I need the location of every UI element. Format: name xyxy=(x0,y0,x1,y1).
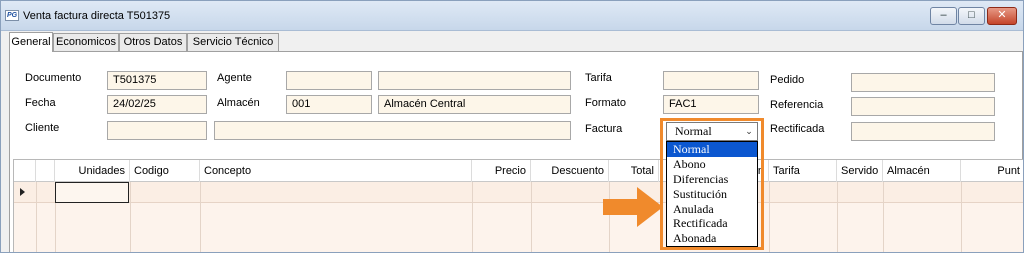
agente-name-field[interactable] xyxy=(378,71,571,90)
dropdown-option-rectificada[interactable]: Rectificada xyxy=(667,216,757,231)
minimize-icon: – xyxy=(940,9,947,21)
grid-divider xyxy=(837,182,838,252)
dropdown-option-sustitucion[interactable]: Sustitución xyxy=(667,187,757,202)
factura-select[interactable]: Normal ⌄ xyxy=(666,122,758,141)
tab-general[interactable]: General xyxy=(9,32,53,52)
column-header-concepto[interactable]: Concepto xyxy=(200,160,472,182)
grid-divider xyxy=(769,182,770,252)
cliente-label: Cliente xyxy=(25,122,60,134)
tab-economicos[interactable]: Economicos xyxy=(53,33,119,51)
factura-select-value: Normal xyxy=(675,124,712,138)
minimize-button[interactable]: – xyxy=(930,7,957,25)
app-window: PG Venta factura directa T501375 – □ ✕ G… xyxy=(0,0,1024,253)
column-header-precio[interactable]: Precio xyxy=(472,160,531,182)
rectificada-label: Rectificada xyxy=(770,123,825,135)
close-button[interactable]: ✕ xyxy=(987,7,1017,25)
pedido-label: Pedido xyxy=(770,74,805,86)
referencia-label: Referencia xyxy=(770,99,824,111)
factura-dropdown-list: Normal Abono Diferencias Sustitución Anu… xyxy=(666,141,758,247)
close-icon: ✕ xyxy=(997,9,1007,21)
agente-label: Agente xyxy=(217,72,252,84)
dropdown-option-anulada[interactable]: Anulada xyxy=(667,202,757,217)
cliente-name-field[interactable] xyxy=(214,121,571,140)
fecha-label: Fecha xyxy=(25,97,56,109)
app-logo-icon: PG xyxy=(5,10,19,21)
dropdown-option-diferencias[interactable]: Diferencias xyxy=(667,172,757,187)
column-header-codigo[interactable]: Codigo xyxy=(130,160,200,182)
tab-servicio-tecnico[interactable]: Servicio Técnico xyxy=(187,33,279,51)
rectificada-field[interactable] xyxy=(851,122,995,141)
grid-header: Unidades Codigo Concepto Precio Descuent… xyxy=(14,160,1023,182)
grid-divider xyxy=(883,182,884,252)
referencia-field[interactable] xyxy=(851,97,995,116)
grid-divider xyxy=(472,182,473,252)
title-bar: PG Venta factura directa T501375 – □ ✕ xyxy=(1,1,1023,31)
window-title: Venta factura directa T501375 xyxy=(23,10,171,22)
almacen-label: Almacén xyxy=(217,97,260,109)
column-header-total[interactable]: Total xyxy=(609,160,659,182)
table-row[interactable] xyxy=(14,182,1023,203)
documento-field[interactable]: T501375 xyxy=(107,71,207,90)
column-header-almacen[interactable]: Almacén xyxy=(883,160,961,182)
dropdown-option-normal[interactable]: Normal xyxy=(667,142,757,157)
tarifa-field[interactable] xyxy=(663,71,759,90)
column-header-descuento[interactable]: Descuento xyxy=(531,160,609,182)
formato-field[interactable]: FAC1 xyxy=(663,95,759,114)
maximize-icon: □ xyxy=(968,9,975,21)
documento-label: Documento xyxy=(25,72,82,84)
column-header-punt[interactable]: Punt xyxy=(961,160,1023,182)
dropdown-option-abono[interactable]: Abono xyxy=(667,157,757,172)
fecha-field[interactable]: 24/02/25 xyxy=(107,95,207,114)
dropdown-option-abonada[interactable]: Abonada xyxy=(667,231,757,246)
lines-grid: Unidades Codigo Concepto Precio Descuent… xyxy=(13,159,1023,252)
factura-label: Factura xyxy=(585,123,623,135)
cliente-code-field[interactable] xyxy=(107,121,207,140)
column-header-unidades[interactable]: Unidades xyxy=(55,160,130,182)
grid-divider xyxy=(531,182,532,252)
almacen-name-field[interactable]: Almacén Central xyxy=(378,95,571,114)
agente-code-field[interactable] xyxy=(286,71,372,90)
almacen-code-field[interactable]: 001 xyxy=(286,95,372,114)
grid-divider xyxy=(130,182,131,252)
tarifa-label: Tarifa xyxy=(585,72,612,84)
column-header-tarifa[interactable]: Tarifa xyxy=(769,160,837,182)
grid-divider xyxy=(36,182,37,252)
chevron-down-icon[interactable]: ⌄ xyxy=(742,124,756,139)
pointer-arrow-icon xyxy=(603,187,663,227)
pedido-field[interactable] xyxy=(851,73,995,92)
header-indicator-cell xyxy=(14,160,36,182)
unidades-edit-cell[interactable] xyxy=(55,182,129,203)
grid-empty-area xyxy=(14,203,1023,252)
maximize-button[interactable]: □ xyxy=(958,7,985,25)
header-check-cell xyxy=(36,160,55,182)
column-header-servido[interactable]: Servido xyxy=(837,160,883,182)
grid-divider xyxy=(961,182,962,252)
current-row-indicator-icon xyxy=(20,188,25,196)
tab-otros-datos[interactable]: Otros Datos xyxy=(119,33,187,51)
grid-divider xyxy=(200,182,201,252)
formato-label: Formato xyxy=(585,97,626,109)
